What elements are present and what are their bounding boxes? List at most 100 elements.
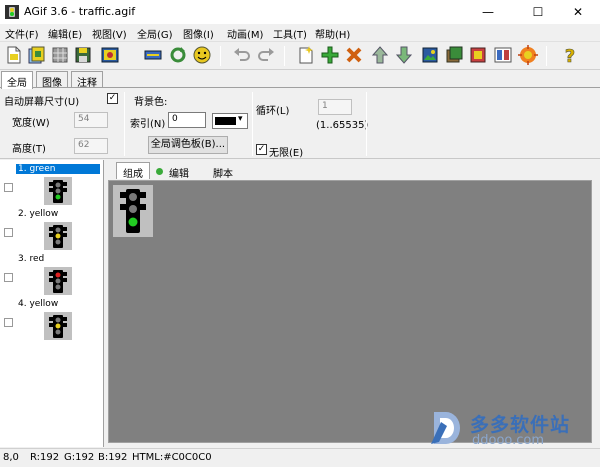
move-up-icon[interactable] (370, 45, 390, 65)
infinite-checkbox[interactable]: ✓ (256, 144, 267, 155)
watermark-url: ddooo.com (472, 433, 545, 448)
help-icon[interactable]: ? (560, 45, 580, 65)
grid-icon[interactable] (50, 45, 70, 65)
delete-frame-icon[interactable] (344, 45, 364, 65)
preview-icon[interactable] (493, 45, 513, 65)
tab-script[interactable]: 脚本 (206, 162, 240, 180)
menu-image[interactable]: 图像(I) (183, 26, 214, 41)
traffic-light-yellow-thumbnail (44, 222, 72, 250)
move-down-icon[interactable] (394, 45, 414, 65)
infinite-label: 无限(E) (269, 148, 304, 159)
blue-value: B:192 (98, 452, 128, 463)
undo-icon[interactable] (232, 45, 252, 65)
frame-item[interactable]: 2. yellow (0, 208, 104, 253)
green-value: G:192 (64, 452, 95, 463)
frame-label: 1. green (16, 164, 100, 174)
effects-icon[interactable] (518, 45, 538, 65)
menu-help[interactable]: 帮助(H) (315, 26, 350, 41)
panel-separator (366, 92, 367, 156)
height-input[interactable]: 62 (74, 138, 108, 154)
app-icon (5, 5, 19, 19)
frame-item[interactable]: 3. red (0, 253, 104, 298)
height-label: 高度(T) (12, 144, 46, 155)
auto-screen-size-label: 自动屏幕尺寸(U) (4, 97, 80, 108)
import-image-icon[interactable] (420, 45, 440, 65)
tab-global[interactable]: 全局 (1, 71, 33, 89)
smiley-icon[interactable] (192, 45, 212, 65)
close-button[interactable]: ✕ (556, 0, 600, 24)
loop-input[interactable]: 1 (318, 99, 352, 115)
frame-checkbox[interactable] (4, 228, 13, 237)
global-properties-panel: 自动屏幕尺寸(U) ✓ 宽度(W) 54 高度(T) 62 背景色: 索引(N)… (0, 87, 600, 159)
toolbar-separator (546, 46, 547, 66)
width-input[interactable]: 54 (74, 112, 108, 128)
title-bar: AGif 3.6 - traffic.agif — ☐ ✕ (0, 0, 600, 24)
frame-label: 4. yellow (18, 299, 59, 309)
rotate-icon[interactable] (168, 45, 188, 65)
width-label: 宽度(W) (12, 118, 50, 129)
frame-checkbox[interactable] (4, 273, 13, 282)
status-dot-icon (156, 168, 163, 175)
menu-animation[interactable]: 动画(M) (227, 26, 263, 41)
new-frame-icon[interactable] (296, 45, 316, 65)
traffic-light-red-thumbnail (44, 267, 72, 295)
window-title: AGif 3.6 - traffic.agif (24, 5, 136, 18)
menu-global[interactable]: 全局(G) (137, 26, 173, 41)
loop-label: 循环(L) (256, 106, 290, 117)
menu-edit[interactable]: 编辑(E) (48, 26, 82, 41)
frame-item[interactable]: 1. green (0, 163, 104, 208)
menu-tools[interactable]: 工具(T) (273, 26, 307, 41)
tab-edit[interactable]: 编辑 (152, 162, 196, 180)
panel-separator (124, 92, 125, 156)
minimize-button[interactable]: — (466, 0, 510, 24)
toolbar-separator (220, 46, 221, 66)
redo-icon[interactable] (256, 45, 276, 65)
cursor-coords: 8,0 (3, 452, 19, 463)
save-disk-icon[interactable] (73, 45, 93, 65)
add-frame-icon[interactable] (320, 45, 340, 65)
watermark: 多多软件站 ddooo.com (420, 408, 600, 448)
toolbar-separator (284, 46, 285, 66)
canvas-tabs: 组成 编辑 脚本 (108, 162, 600, 180)
frame-list: 1. green 2. yellow 3. red 4. yellow (0, 160, 104, 447)
open-folder-icon[interactable] (27, 45, 47, 65)
menu-file[interactable]: 文件(F) (5, 26, 39, 41)
compose-canvas[interactable] (108, 180, 592, 443)
tab-image[interactable]: 图像 (36, 71, 68, 89)
tab-compose[interactable]: 组成 (116, 162, 150, 180)
replace-frame-icon[interactable] (468, 45, 488, 65)
global-palette-button[interactable]: 全局调色板(B)... (148, 136, 228, 154)
toolbar: ? (0, 42, 600, 70)
ddooo-logo-icon (431, 412, 460, 444)
frame-settings-icon[interactable] (444, 45, 464, 65)
frame-checkbox[interactable] (4, 318, 13, 327)
menu-bar: 文件(F) 编辑(E) 视图(V) 全局(G) 图像(I) 动画(M) 工具(T… (0, 24, 600, 42)
export-image-icon[interactable] (100, 45, 120, 65)
traffic-light-image[interactable] (113, 185, 153, 237)
new-file-icon[interactable] (4, 45, 24, 65)
frame-checkbox[interactable] (4, 183, 13, 192)
bg-color-label: 背景色: (134, 97, 168, 108)
auto-screen-size-checkbox[interactable]: ✓ (107, 93, 118, 104)
frame-label: 3. red (18, 254, 45, 264)
svg-text:?: ? (565, 46, 575, 65)
html-color-value: HTML:#C0C0C0 (132, 452, 212, 463)
loop-range: (1..65535) (316, 120, 369, 131)
optimize-icon[interactable] (143, 45, 163, 65)
index-label: 索引(N) (130, 119, 166, 130)
frame-label: 2. yellow (18, 209, 59, 219)
frame-item[interactable]: 4. yellow (0, 298, 104, 343)
index-input[interactable]: 0 (168, 112, 206, 128)
maximize-button[interactable]: ☐ (516, 0, 560, 24)
traffic-light-yellow-thumbnail (44, 312, 72, 340)
panel-separator (252, 92, 253, 156)
property-tabs: 全局 图像 注释 (0, 71, 600, 89)
tab-edit-label: 编辑 (169, 169, 189, 180)
color-swatch-fill (215, 117, 236, 125)
tab-comment[interactable]: 注释 (71, 71, 103, 89)
traffic-light-green-thumbnail (44, 177, 72, 205)
red-value: R:192 (30, 452, 60, 463)
menu-view[interactable]: 视图(V) (92, 26, 127, 41)
chevron-down-icon: ▾ (238, 114, 243, 124)
bg-color-dropdown[interactable]: ▾ (212, 113, 248, 129)
